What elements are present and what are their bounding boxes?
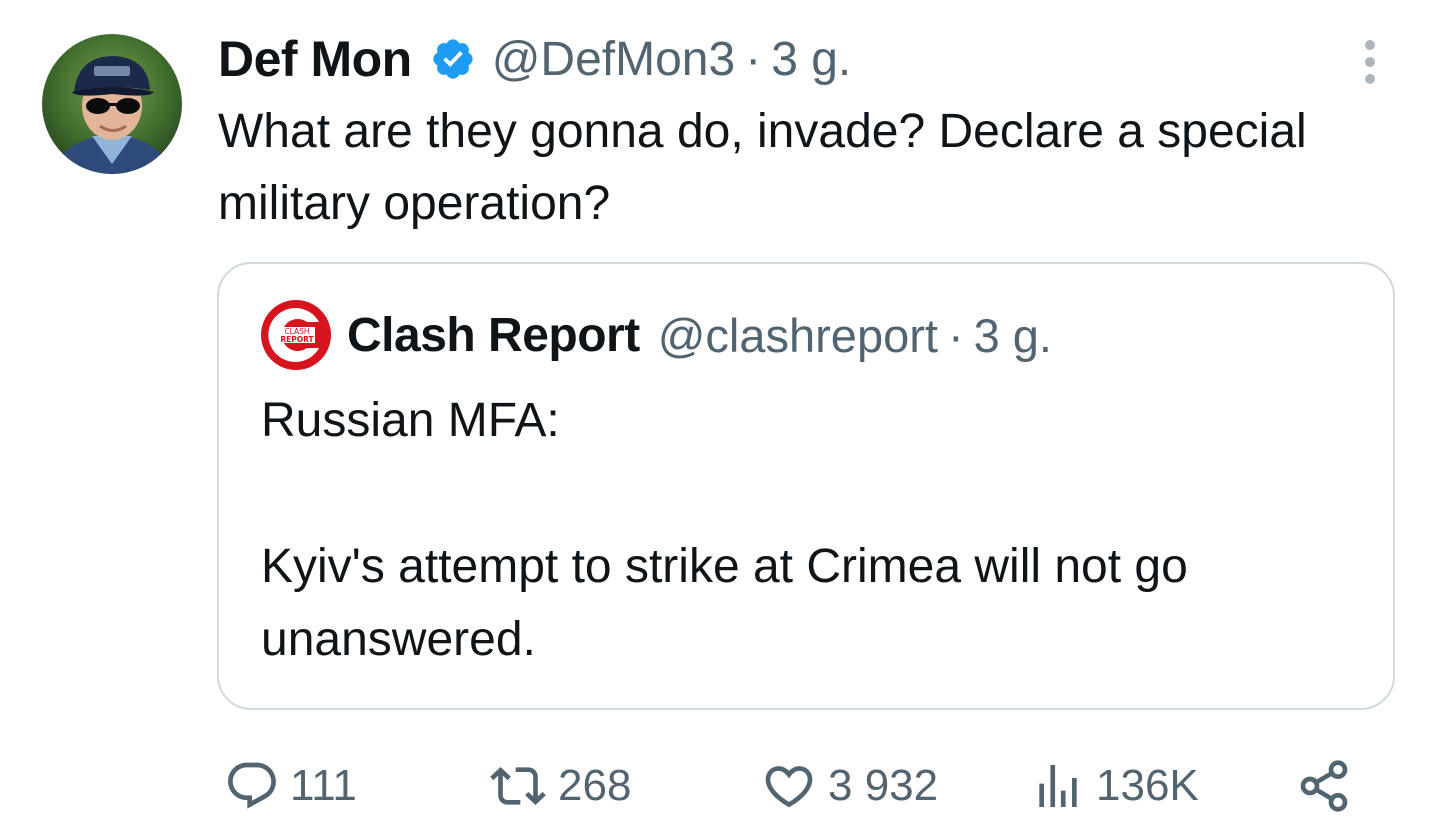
views-count: 136K [1096, 761, 1199, 810]
reply-icon [228, 762, 276, 809]
repost-icon [490, 767, 546, 805]
quoted-tweet[interactable]: CLASH REPORT Clash Report @clashreport ·… [217, 262, 1395, 710]
like-count: 3 932 [828, 761, 939, 810]
svg-text:REPORT: REPORT [280, 335, 314, 344]
tweet-card[interactable]: Def Mon @DefMon3 · 3 g. What are they go… [0, 0, 1440, 835]
author-handle[interactable]: @DefMon3 [492, 32, 736, 87]
clash-report-logo-icon[interactable]: CLASH REPORT [261, 300, 331, 370]
quoted-tweet-header: CLASH REPORT Clash Report @clashreport ·… [261, 300, 1052, 370]
quoted-line: Russian MFA: [261, 394, 560, 447]
quoted-meta-separator: · [947, 308, 964, 362]
tweet-time[interactable]: 3 g. [771, 32, 851, 87]
heart-icon [765, 766, 813, 808]
quoted-author-handle[interactable]: @clashreport [658, 308, 938, 363]
views-chart-icon [1039, 765, 1077, 807]
share-icon [1300, 760, 1348, 812]
reply-count: 111 [290, 761, 357, 810]
meta-separator: · [745, 32, 762, 86]
action-bar: 111 268 3 932 136K [0, 748, 1440, 828]
share-button[interactable] [1296, 748, 1352, 824]
quoted-author-display-name[interactable]: Clash Report [347, 308, 640, 363]
avatar[interactable] [42, 34, 182, 174]
author-display-name[interactable]: Def Mon [218, 30, 412, 88]
user-avatar-photo-icon [42, 34, 182, 174]
quoted-tweet-text: Russian MFA: Kyiv's attempt to strike at… [261, 384, 1361, 676]
more-vertical-icon [1365, 40, 1375, 84]
more-options-button[interactable] [1350, 38, 1390, 88]
repost-button[interactable]: 268 [488, 748, 631, 824]
like-button[interactable]: 3 932 [760, 748, 938, 824]
views-button[interactable]: 136K [1030, 748, 1199, 824]
tweet-header: Def Mon @DefMon3 · 3 g. [218, 28, 851, 90]
quoted-line: Kyiv's attempt to strike at Crimea will … [261, 540, 1188, 666]
repost-count: 268 [558, 761, 632, 810]
tweet-text: What are they gonna do, invade? Declare … [218, 105, 1307, 230]
quoted-tweet-time[interactable]: 3 g. [974, 308, 1052, 363]
reply-button[interactable]: 111 [224, 748, 357, 824]
verified-badge-icon[interactable] [430, 36, 476, 82]
